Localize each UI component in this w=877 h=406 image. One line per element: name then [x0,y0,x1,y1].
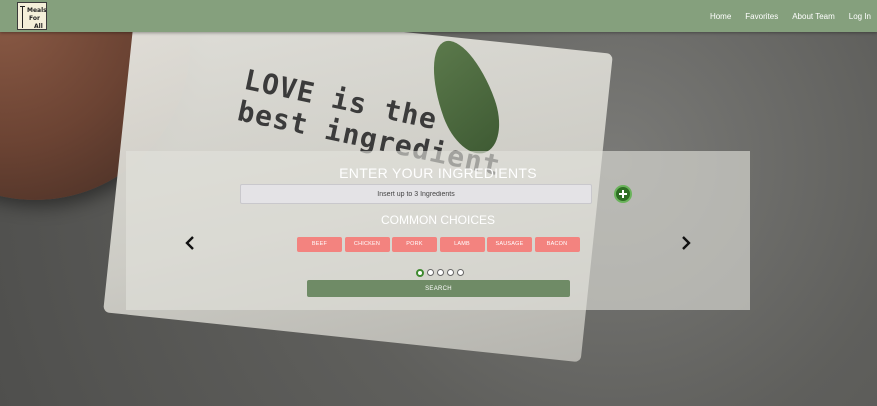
chip-bacon[interactable]: BACON [534,237,580,252]
nav-favorites-link[interactable]: Favorites [745,12,778,21]
ingredient-input[interactable] [240,184,592,204]
chip-sausage[interactable]: SAUSAGE [487,237,532,252]
carousel-dot-3[interactable] [437,269,444,276]
ingredient-search-panel: ENTER YOUR INGREDIENTS COMMON CHOICES BE… [126,151,750,310]
logo-text-3: All [34,23,43,30]
chevron-right-icon [682,236,691,250]
navbar: Meals For All Home Favorites About Team … [0,0,877,32]
nav-home-link[interactable]: Home [710,12,731,21]
search-button[interactable]: SEARCH [307,280,570,297]
fork-tines-icon [20,6,25,7]
site-logo[interactable]: Meals For All [17,2,47,30]
nav-about-team-link[interactable]: About Team [792,12,835,21]
carousel-prev-button[interactable] [183,235,197,251]
fork-icon [22,6,23,28]
carousel-dot-5[interactable] [457,269,464,276]
common-choices-list: BEEF CHICKEN PORK LAMB SAUSAGE BACON [297,237,582,252]
chevron-left-icon [185,236,194,250]
chip-lamb[interactable]: LAMB [439,237,485,252]
logo-text-1: Meals [27,7,47,14]
carousel-indicators [416,269,467,277]
common-choices-title: COMMON CHOICES [381,213,495,227]
chip-beef[interactable]: BEEF [297,237,342,252]
carousel-dot-1[interactable] [416,269,424,277]
carousel-dot-2[interactable] [427,269,434,276]
carousel-dot-4[interactable] [447,269,454,276]
chip-pork[interactable]: PORK [392,237,437,252]
nav-links: Home Favorites About Team Log In [696,0,871,32]
logo-text-2: For [29,15,40,22]
plus-icon-vertical [622,190,624,198]
panel-title: ENTER YOUR INGREDIENTS [339,165,537,181]
add-ingredient-button[interactable] [614,185,632,203]
chip-chicken[interactable]: CHICKEN [344,237,390,252]
nav-login-link[interactable]: Log In [849,12,871,21]
carousel-next-button[interactable] [679,235,693,251]
